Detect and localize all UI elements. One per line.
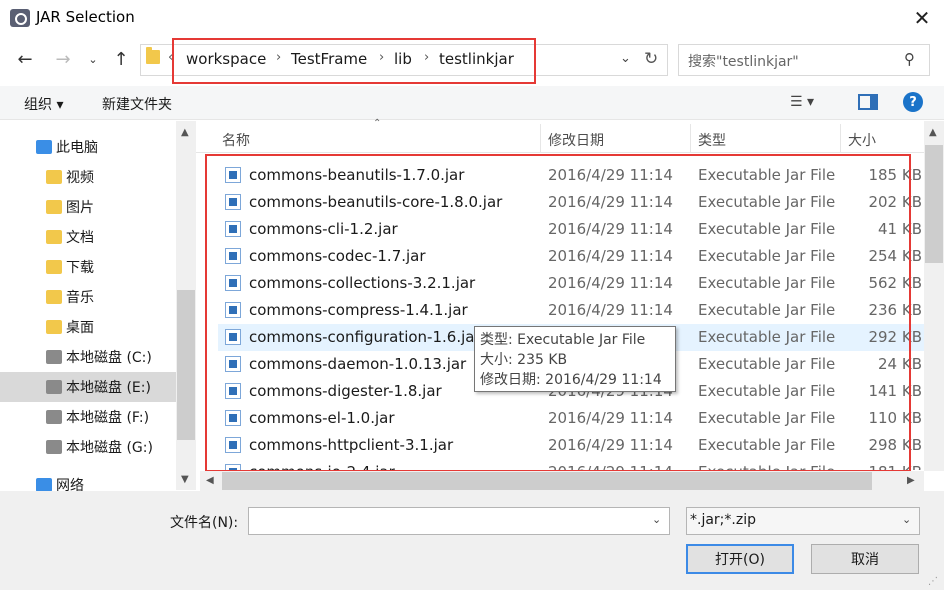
forward-arrow-icon[interactable]: → — [50, 46, 76, 72]
search-icon[interactable]: ⚲ — [904, 50, 915, 68]
column-divider[interactable] — [690, 124, 691, 152]
sidebar-item-label: 本地磁盘 (F:) — [66, 410, 150, 426]
sidebar-item-1[interactable]: 视频 — [0, 162, 176, 192]
view-options-icon[interactable]: ☰ ▾ — [790, 94, 814, 110]
filter-dropdown-icon[interactable]: ⌄ — [902, 513, 911, 526]
sidebar-item-label: 本地磁盘 (G:) — [66, 440, 153, 456]
sidebar-item-label: 音乐 — [66, 290, 94, 306]
video-folder-icon — [46, 170, 62, 184]
download-folder-icon — [46, 260, 62, 274]
file-type-filter-value: *.jar;*.zip — [690, 512, 756, 528]
document-folder-icon — [46, 230, 62, 244]
cancel-button[interactable]: 取消 — [811, 544, 919, 574]
address-highlight-box — [172, 38, 536, 84]
pc-icon — [36, 140, 52, 154]
sidebar-item-label: 本地磁盘 (C:) — [66, 350, 152, 366]
refresh-icon[interactable]: ↻ — [644, 49, 658, 69]
column-header-type[interactable]: 类型 — [698, 130, 726, 150]
sidebar-item-label: 视频 — [66, 170, 94, 186]
file-info-tooltip: 类型: Executable Jar File 大小: 235 KB 修改日期:… — [474, 326, 676, 392]
title-bar — [0, 0, 944, 36]
drive-icon — [46, 410, 62, 424]
address-dropdown-icon[interactable]: ⌄ — [620, 51, 631, 66]
sidebar-item-6[interactable]: 桌面 — [0, 312, 176, 342]
filename-input[interactable] — [248, 507, 670, 535]
vertical-scrollbar-thumb[interactable] — [925, 145, 943, 263]
open-button[interactable]: 打开(O) — [686, 544, 794, 574]
sidebar-item-label: 文档 — [66, 230, 94, 246]
nav-scroll-down-icon[interactable]: ▼ — [181, 474, 189, 485]
sidebar-item-10[interactable]: 本地磁盘 (G:) — [0, 432, 176, 462]
sort-ascending-icon: ⌃ — [373, 118, 382, 129]
network-icon — [36, 478, 52, 492]
sidebar-item-8[interactable]: 本地磁盘 (E:) — [0, 372, 176, 402]
desktop-folder-icon — [46, 320, 62, 334]
sidebar-item-9[interactable]: 本地磁盘 (F:) — [0, 402, 176, 432]
sidebar-item-7[interactable]: 本地磁盘 (C:) — [0, 342, 176, 372]
scroll-right-icon[interactable]: ▶ — [907, 475, 915, 486]
sidebar-item-0[interactable]: 此电脑 — [0, 132, 176, 162]
close-button[interactable]: ✕ — [900, 0, 944, 36]
preview-pane-icon[interactable] — [858, 94, 878, 110]
help-icon[interactable]: ? — [903, 92, 923, 112]
filename-label: 文件名(N): — [170, 515, 239, 531]
nav-scrollbar-thumb[interactable] — [177, 290, 195, 440]
nav-scroll-up-icon[interactable]: ▲ — [181, 127, 189, 138]
column-header-name[interactable]: 名称 — [222, 130, 250, 150]
window-title: JAR Selection — [36, 8, 135, 26]
sidebar-item-label: 桌面 — [66, 320, 94, 336]
app-icon — [10, 9, 30, 27]
folder-icon — [146, 47, 160, 64]
scroll-up-icon[interactable]: ▲ — [929, 127, 937, 138]
resize-grip-icon[interactable]: ⋰ — [928, 576, 938, 587]
sidebar-item-label: 此电脑 — [56, 140, 98, 156]
column-divider[interactable] — [540, 124, 541, 152]
column-header-size[interactable]: 大小 — [848, 130, 876, 150]
new-folder-button[interactable]: 新建文件夹 — [102, 94, 172, 114]
tooltip-type: 类型: Executable Jar File — [480, 332, 646, 348]
scroll-left-icon[interactable]: ◀ — [206, 475, 214, 486]
sidebar-item-3[interactable]: 文档 — [0, 222, 176, 252]
horizontal-scrollbar-thumb[interactable] — [222, 472, 872, 490]
tooltip-date: 修改日期: 2016/4/29 11:14 — [480, 372, 662, 388]
sidebar-item-5[interactable]: 音乐 — [0, 282, 176, 312]
column-divider[interactable] — [840, 124, 841, 152]
sidebar-item-label: 本地磁盘 (E:) — [66, 380, 151, 396]
tooltip-size: 大小: 235 KB — [480, 352, 568, 368]
organize-button[interactable]: 组织 ▾ — [24, 94, 63, 114]
drive-icon — [46, 380, 62, 394]
back-arrow-icon[interactable]: ← — [12, 46, 38, 72]
search-placeholder: 搜索"testlinkjar" — [688, 54, 799, 70]
sidebar-item-label: 下载 — [66, 260, 94, 276]
drive-icon — [46, 440, 62, 454]
sidebar-item-2[interactable]: 图片 — [0, 192, 176, 222]
filename-dropdown-icon[interactable]: ⌄ — [652, 513, 661, 526]
up-arrow-icon[interactable]: ↑ — [108, 46, 134, 72]
file-list-highlight-box — [205, 154, 911, 472]
sidebar-item-label: 图片 — [66, 200, 94, 216]
windows-drive-icon — [46, 350, 62, 364]
recent-locations-chevron-icon[interactable]: ⌄ — [80, 46, 106, 72]
picture-folder-icon — [46, 200, 62, 214]
column-header-date[interactable]: 修改日期 — [548, 130, 604, 150]
dialog-footer — [0, 491, 944, 590]
music-folder-icon — [46, 290, 62, 304]
sidebar-item-4[interactable]: 下载 — [0, 252, 176, 282]
